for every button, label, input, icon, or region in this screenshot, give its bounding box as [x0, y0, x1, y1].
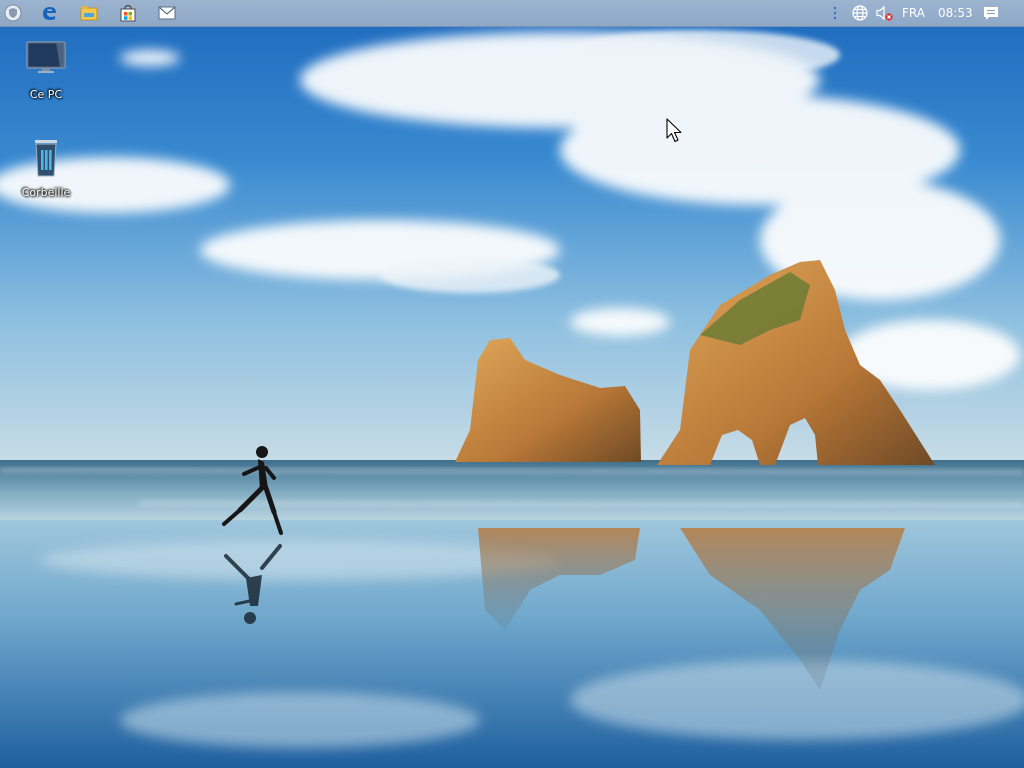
taskbar: FRA 08:53 [0, 0, 1024, 27]
computer-monitor-icon [22, 38, 70, 86]
file-explorer-icon[interactable] [71, 0, 107, 26]
system-clock[interactable]: 08:53 [938, 0, 973, 26]
desktop-icon-label: Corbeille [21, 186, 71, 199]
desktop-icon-recycle-bin[interactable]: Corbeille [11, 136, 81, 199]
action-center-icon[interactable] [974, 0, 1008, 26]
mail-icon[interactable] [149, 0, 185, 26]
desktop-wallpaper [0, 0, 1024, 768]
recycle-bin-icon [22, 136, 70, 184]
speaker-muted-icon[interactable] [872, 0, 896, 26]
start-shield-icon[interactable] [0, 0, 26, 26]
input-language-indicator[interactable]: FRA [902, 0, 925, 26]
mouse-pointer-icon [666, 118, 682, 143]
show-hidden-icons-icon[interactable] [826, 0, 844, 26]
desktop-icon-label: Ce PC [29, 88, 63, 101]
store-icon[interactable] [110, 0, 146, 26]
globe-icon[interactable] [848, 0, 872, 26]
desktop-icon-this-pc[interactable]: Ce PC [11, 38, 81, 101]
edge-browser-icon[interactable] [31, 0, 67, 26]
